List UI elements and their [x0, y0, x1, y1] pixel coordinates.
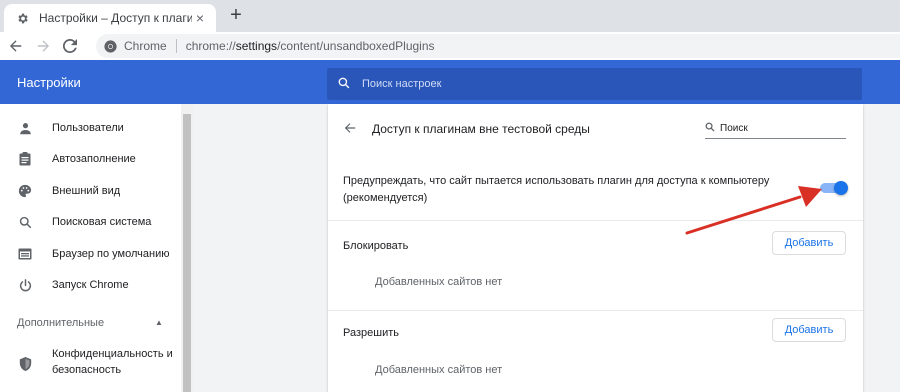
settings-card: Доступ к плагинам вне тестовой среды Пои…	[328, 104, 863, 392]
settings-search-input[interactable]: Поиск настроек	[327, 68, 862, 100]
sidebar: Пользователи Автозаполнение Внешний вид …	[0, 104, 181, 392]
plugin-warning-label: Предупреждать, что сайт пытается использ…	[343, 173, 783, 207]
search-icon	[18, 215, 32, 229]
sidebar-item-label: Браузер по умолчанию	[52, 248, 170, 260]
page-title: Настройки	[17, 75, 81, 90]
subpage-title: Доступ к плагинам вне тестовой среды	[372, 122, 590, 136]
sidebar-scrollbar[interactable]	[181, 104, 193, 392]
sidebar-item-privacy[interactable]: Конфиденциальность и безопасность	[0, 344, 181, 384]
scrollbar-thumb[interactable]	[183, 114, 191, 392]
back-arrow-icon[interactable]	[342, 120, 358, 136]
block-add-button[interactable]: Добавить	[772, 231, 846, 255]
power-icon	[18, 278, 32, 292]
toggle-knob	[834, 181, 848, 195]
omnibox-site-chip: Chrome	[124, 39, 167, 53]
block-empty-text: Добавленных сайтов нет	[375, 276, 503, 288]
sidebar-item-label: Пользователи	[52, 122, 124, 134]
plugin-warning-toggle[interactable]	[818, 181, 848, 195]
warning-line-2: (рекомендуется)	[343, 192, 428, 204]
back-icon[interactable]	[5, 35, 27, 57]
allow-empty-text: Добавленных сайтов нет	[375, 364, 503, 376]
sidebar-item-label: Конфиденциальность и	[52, 348, 173, 360]
forward-icon[interactable]	[32, 35, 54, 57]
main-content: Доступ к плагинам вне тестовой среды Пои…	[193, 104, 900, 392]
browser-icon	[18, 247, 32, 261]
settings-gear-icon	[15, 11, 29, 25]
tab-close-icon[interactable]: ×	[192, 10, 208, 26]
toolbar: Chrome chrome://settings/content/unsandb…	[0, 32, 900, 60]
shield-icon	[18, 357, 32, 371]
divider	[328, 310, 863, 311]
sidebar-item-label: Автозаполнение	[52, 153, 136, 165]
sidebar-item-label: Запуск Chrome	[52, 279, 129, 291]
sidebar-item-people[interactable]: Пользователи	[0, 114, 181, 142]
sidebar-item-search-engine[interactable]: Поисковая система	[0, 208, 181, 236]
person-icon	[18, 121, 32, 135]
settings-header: Настройки Поиск настроек	[0, 60, 900, 104]
reload-icon[interactable]	[59, 35, 81, 57]
url-path: /content/unsandboxedPlugins	[277, 39, 435, 53]
warning-line-1: Предупреждать, что сайт пытается использ…	[343, 175, 770, 187]
omnibox-separator	[175, 39, 177, 53]
url-host: settings	[235, 39, 278, 53]
search-placeholder: Поиск настроек	[362, 78, 442, 90]
palette-icon	[18, 184, 32, 198]
clipboard-icon	[18, 152, 32, 166]
subpage-search-input[interactable]: Поиск	[705, 119, 846, 139]
allow-add-button[interactable]: Добавить	[772, 318, 846, 342]
sidebar-item-appearance[interactable]: Внешний вид	[0, 177, 181, 205]
tab-settings[interactable]: Настройки – Доступ к плагина ×	[4, 4, 216, 32]
sidebar-item-label: Внешний вид	[52, 185, 121, 197]
sidebar-item-default-browser[interactable]: Браузер по умолчанию	[0, 240, 181, 268]
chevron-up-icon[interactable]: ▲	[155, 318, 163, 327]
new-tab-button[interactable]: +	[226, 5, 246, 25]
sidebar-item-label-line2: безопасность	[52, 364, 122, 376]
sidebar-advanced-section[interactable]: Дополнительные	[17, 317, 104, 329]
sidebar-item-label: Поисковая система	[52, 216, 152, 228]
search-icon	[705, 122, 715, 135]
tab-strip: Настройки – Доступ к плагина × +	[0, 0, 900, 32]
block-section-label: Блокировать	[343, 240, 409, 252]
chrome-logo-icon	[104, 39, 117, 53]
url-text: chrome://settings/content/unsandboxedPlu…	[186, 39, 435, 53]
allow-section-label: Разрешить	[343, 327, 399, 339]
search-placeholder: Поиск	[720, 123, 748, 134]
sidebar-item-autofill[interactable]: Автозаполнение	[0, 145, 181, 173]
sidebar-item-on-startup[interactable]: Запуск Chrome	[0, 271, 181, 299]
address-bar[interactable]: Chrome chrome://settings/content/unsandb…	[96, 34, 900, 58]
tab-title: Настройки – Доступ к плагина	[39, 11, 192, 25]
url-prefix: chrome://	[185, 39, 236, 53]
search-icon	[338, 77, 350, 92]
divider	[328, 220, 863, 221]
